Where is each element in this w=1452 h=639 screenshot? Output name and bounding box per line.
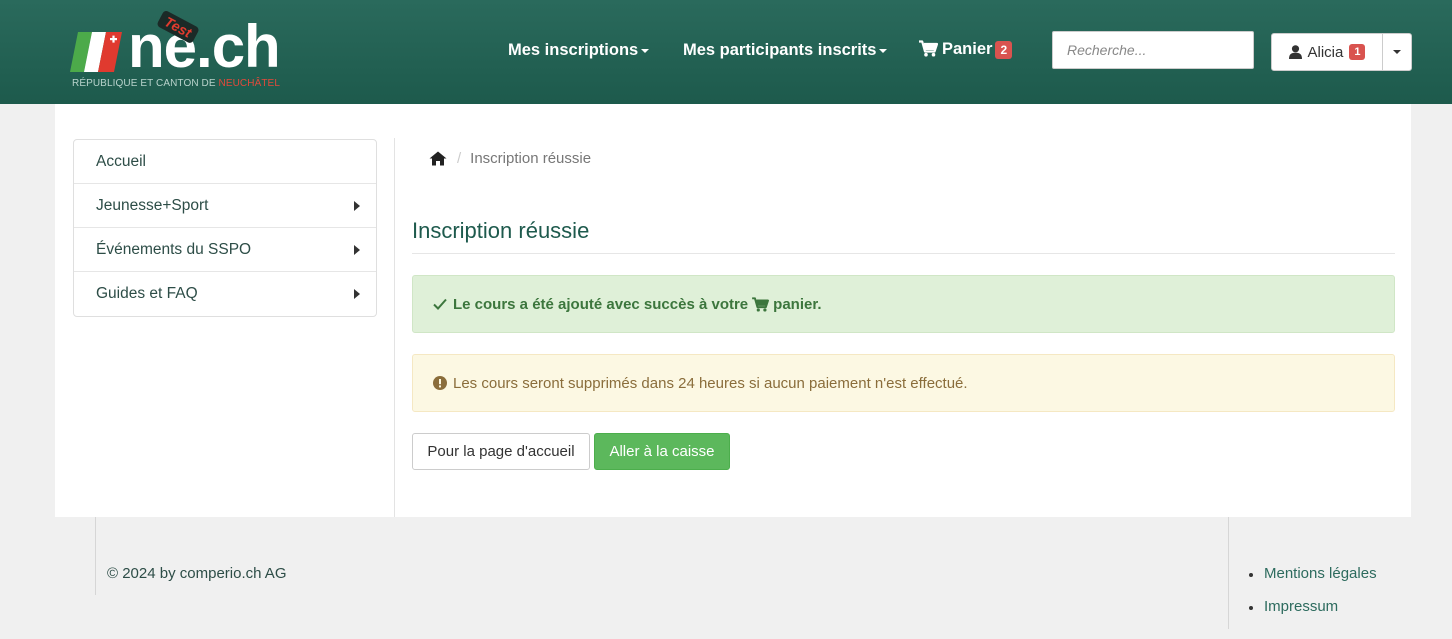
user-name: Alicia xyxy=(1307,43,1344,61)
footer-link-label: Impressum xyxy=(1264,598,1339,615)
bullet-icon xyxy=(1249,573,1253,577)
user-dropdown-toggle[interactable] xyxy=(1382,33,1412,71)
brand-name: ne.ch xyxy=(128,13,281,80)
nav-my-registrations[interactable]: Mes inscriptions xyxy=(508,41,650,60)
sidebar-item-label: Guides et FAQ xyxy=(96,285,198,302)
title-divider xyxy=(412,253,1395,254)
sidebar-item-home[interactable]: Accueil xyxy=(74,140,376,184)
nav-cart[interactable]: Panier 2 xyxy=(919,40,1013,59)
checkout-button[interactable]: Aller à la caisse xyxy=(594,433,730,470)
top-navbar: ne.ch Test RÉPUBLIQUE ET CANTON DE NEUCH… xyxy=(0,0,1452,104)
caret-right-icon xyxy=(354,244,360,255)
cart-icon xyxy=(752,296,770,312)
caret-right-icon xyxy=(354,289,360,299)
ne-ch-logo[interactable]: ne.ch Test RÉPUBLIQUE ET CANTON DE NEUCH… xyxy=(70,9,300,94)
sidebar-item-jeunesse-sport[interactable]: Jeunesse+Sport xyxy=(74,184,376,228)
footer-link-impressum[interactable]: Impressum xyxy=(1249,598,1377,631)
caret-down-icon xyxy=(641,48,650,53)
footer-divider-right xyxy=(1228,517,1229,629)
home-page-button[interactable]: Pour la page d'accueil xyxy=(412,433,590,470)
sidebar-menu: Accueil Jeunesse+Sport Événements du SSP… xyxy=(73,139,377,317)
sidebar-item-guides-faq[interactable]: Guides et FAQ xyxy=(74,272,376,316)
success-alert: Le cours a été ajouté avec succès à votr… xyxy=(412,275,1395,333)
breadcrumb: / Inscription réussie xyxy=(429,150,591,167)
logo-tagline: RÉPUBLIQUE ET CANTON DE NEUCHÂTEL xyxy=(72,78,280,89)
bullet-icon xyxy=(1249,606,1253,610)
sidebar-item-label: Jeunesse+Sport xyxy=(96,196,209,214)
nav-my-participants[interactable]: Mes participants inscrits xyxy=(683,41,888,60)
success-message: Le cours a été ajouté avec succès à votr… xyxy=(453,295,749,313)
checkmark-icon xyxy=(433,298,447,310)
copyright-text: © 2024 by comperio.ch AG xyxy=(107,565,287,582)
footer-links: Mentions légales Impressum xyxy=(1249,565,1377,631)
nav-my-participants-label: Mes participants inscrits xyxy=(683,41,877,59)
user-menu-button[interactable]: Alicia 1 xyxy=(1271,33,1383,71)
footer-divider-left xyxy=(95,517,96,595)
flag-icon xyxy=(70,32,122,72)
caret-right-icon xyxy=(354,200,360,211)
warning-message: Les cours seront supprimés dans 24 heure… xyxy=(453,374,968,392)
search-input[interactable] xyxy=(1052,31,1254,69)
user-notification-badge: 1 xyxy=(1349,44,1366,60)
warning-alert: Les cours seront supprimés dans 24 heure… xyxy=(412,354,1395,412)
sidebar-item-label: Accueil xyxy=(96,152,146,170)
breadcrumb-separator: / xyxy=(457,150,462,167)
page-title: Inscription réussie xyxy=(412,218,590,243)
sidebar-item-sspo-events[interactable]: Événements du SSPO xyxy=(74,228,376,272)
breadcrumb-current: Inscription réussie xyxy=(470,150,592,167)
footer-link-label: Mentions légales xyxy=(1264,565,1377,582)
exclamation-circle-icon xyxy=(433,376,447,390)
footer-link-legal-notice[interactable]: Mentions légales xyxy=(1249,565,1377,598)
nav-my-registrations-label: Mes inscriptions xyxy=(508,41,639,59)
sidebar-item-label: Événements du SSPO xyxy=(96,240,252,258)
cart-icon xyxy=(919,40,938,57)
success-message-end: panier. xyxy=(773,295,822,313)
user-icon xyxy=(1288,45,1302,59)
caret-down-icon xyxy=(1393,50,1401,54)
home-icon[interactable] xyxy=(429,151,447,166)
cart-count-badge: 2 xyxy=(995,40,1013,59)
column-divider xyxy=(394,138,395,517)
nav-cart-label: Panier xyxy=(942,40,993,58)
caret-down-icon xyxy=(879,48,888,53)
